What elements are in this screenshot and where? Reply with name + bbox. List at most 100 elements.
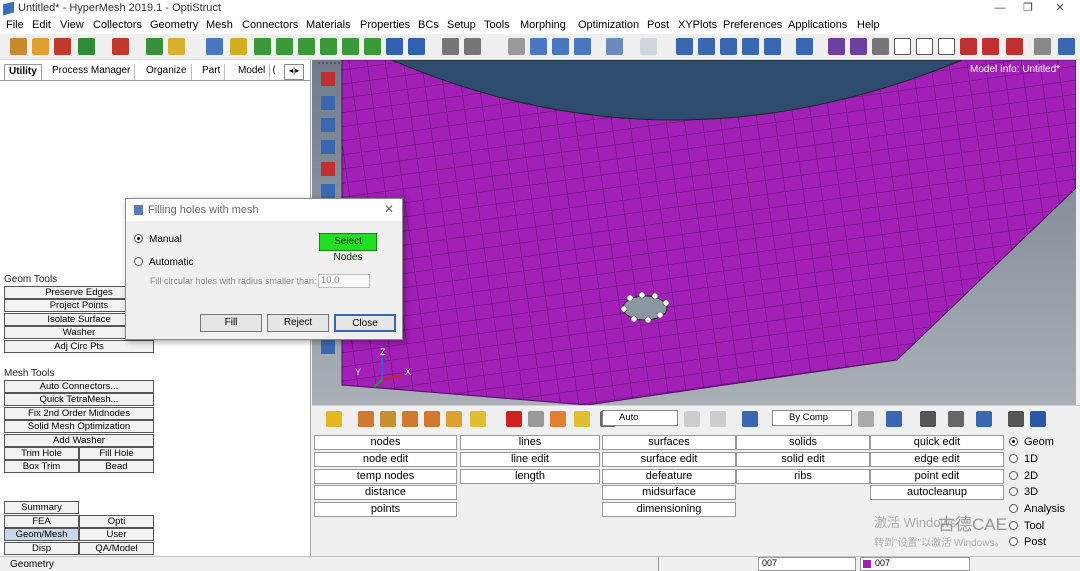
display-mode-icon[interactable] — [676, 38, 693, 55]
add-washer-button[interactable]: Add Washer — [4, 434, 154, 447]
page-mode-tool[interactable]: Tool — [1009, 520, 1044, 532]
monitor-icon[interactable] — [1030, 411, 1046, 427]
menu-morphing[interactable]: Morphing — [520, 19, 566, 31]
line-element-icon-2[interactable] — [850, 38, 867, 55]
side-tool-icon-7[interactable] — [321, 340, 335, 354]
lines-panel-button[interactable]: lines — [460, 435, 600, 450]
page-mode-3d[interactable]: 3D — [1009, 486, 1038, 498]
star-icon[interactable] — [326, 411, 342, 427]
menu-geometry[interactable]: Geometry — [150, 19, 198, 31]
menu-applications[interactable]: Applications — [788, 19, 847, 31]
qa-model-button[interactable]: QA/Model — [79, 542, 154, 555]
sum-icon[interactable] — [1034, 38, 1051, 55]
export-icon[interactable] — [78, 38, 95, 55]
line-style-icon[interactable] — [920, 411, 936, 427]
menu-help[interactable]: Help — [857, 19, 880, 31]
redo-icon[interactable] — [640, 38, 657, 55]
surface-edit-panel-button[interactable]: surface edit — [602, 452, 736, 467]
zoom-out-icon[interactable] — [464, 38, 481, 55]
import-icon[interactable] — [32, 38, 49, 55]
axis-view-icon[interactable] — [254, 38, 271, 55]
groups-icon[interactable] — [424, 411, 440, 427]
graphics-viewport[interactable]: Model Info: Untitled* Z X Y — [312, 60, 1076, 405]
find-icon[interactable] — [550, 411, 566, 427]
ribs-panel-button[interactable]: ribs — [736, 469, 870, 484]
autocleanup-panel-button[interactable]: autocleanup — [870, 485, 1004, 500]
menu-setup[interactable]: Setup — [447, 19, 476, 31]
hole-node[interactable] — [638, 291, 646, 299]
tab-utility[interactable]: Utility — [4, 64, 42, 80]
grid-icon[interactable] — [1058, 38, 1075, 55]
tab-process-manager[interactable]: Process Manager — [48, 64, 136, 80]
menu-connectors[interactable]: Connectors — [242, 19, 298, 31]
hole-node[interactable] — [644, 316, 652, 324]
delete-icon[interactable] — [506, 411, 522, 427]
grid-view-icon[interactable] — [1008, 411, 1024, 427]
save-icon[interactable] — [54, 38, 71, 55]
radio-tool[interactable] — [1009, 521, 1018, 530]
tab-part[interactable]: Part — [198, 64, 226, 80]
axis-view-icon-5[interactable] — [342, 38, 359, 55]
side-tool-icon-4[interactable] — [321, 140, 335, 154]
trim-hole-button[interactable]: Trim Hole — [4, 447, 79, 460]
manual-radio[interactable] — [134, 234, 143, 243]
fix-2nd-order-midnodes-button[interactable]: Fix 2nd Order Midnodes — [4, 407, 154, 420]
menu-post[interactable]: Post — [647, 19, 669, 31]
hole-node[interactable] — [662, 299, 670, 307]
length-panel-button[interactable]: length — [460, 469, 600, 484]
opti-button[interactable]: Opti — [79, 515, 154, 528]
quick-edit-panel-button[interactable]: quick edit — [870, 435, 1004, 450]
side-tool-icon-6[interactable] — [321, 184, 335, 198]
automatic-option[interactable]: Automatic — [134, 257, 193, 268]
status-current-comp[interactable]: 007 — [860, 557, 970, 571]
solid-edit-panel-button[interactable]: solid edit — [736, 452, 870, 467]
solid-mesh-optimization-button[interactable]: Solid Mesh Optimization — [4, 420, 154, 433]
axis-view-icon-3[interactable] — [298, 38, 315, 55]
menu-bcs[interactable]: BCs — [418, 19, 439, 31]
menu-edit[interactable]: Edit — [32, 19, 51, 31]
radio-analysis[interactable] — [1009, 504, 1018, 513]
cube-shaded-icon-3[interactable] — [1006, 38, 1023, 55]
menu-xyplots[interactable]: XYPlots — [678, 19, 717, 31]
cube-wire-icon-3[interactable] — [938, 38, 955, 55]
automatic-radio[interactable] — [134, 257, 143, 266]
tags-icon[interactable] — [446, 411, 462, 427]
quick-tetramesh-button[interactable]: Quick TetraMesh... — [4, 393, 154, 406]
user-button[interactable]: User — [79, 528, 154, 541]
move-horizontal-icon[interactable] — [530, 38, 547, 55]
close-window-button[interactable]: ✕ — [1050, 1, 1070, 15]
tab-organize[interactable]: Organize — [142, 64, 192, 80]
menu-file[interactable]: File — [6, 19, 24, 31]
disp-button[interactable]: Disp — [4, 542, 79, 555]
cylinder-icon[interactable] — [872, 38, 889, 55]
diamond-icon[interactable] — [948, 411, 964, 427]
cube-wire-icon[interactable] — [894, 38, 911, 55]
page-mode-post[interactable]: Post — [1009, 536, 1046, 548]
tab-scroll-arrows[interactable]: ◂|▸ — [284, 64, 305, 80]
status-component[interactable]: 007 — [758, 557, 856, 571]
menu-collectors[interactable]: Collectors — [93, 19, 142, 31]
hole-node[interactable] — [620, 305, 628, 313]
box-trim-button[interactable]: Box Trim — [4, 460, 79, 473]
summary-button[interactable]: Summary — [4, 501, 79, 514]
menu-materials[interactable]: Materials — [306, 19, 351, 31]
radio-3d[interactable] — [1009, 487, 1018, 496]
side-tool-icon-2[interactable] — [321, 96, 335, 110]
undo-history-icon[interactable] — [112, 38, 129, 55]
radio-1d[interactable] — [1009, 454, 1018, 463]
auto-connectors-button[interactable]: Auto Connectors... — [4, 380, 154, 393]
tab-model[interactable]: Model — [234, 64, 271, 80]
systems-icon[interactable] — [402, 411, 418, 427]
bead-button[interactable]: Bead — [79, 460, 154, 473]
pan-hand-icon[interactable] — [508, 38, 525, 55]
menu-view[interactable]: View — [60, 19, 84, 31]
line-edit-panel-button[interactable]: line edit — [460, 452, 600, 467]
spin-icon[interactable] — [574, 38, 591, 55]
axis-view-icon-6[interactable] — [364, 38, 381, 55]
arrow-left-icon[interactable] — [230, 38, 247, 55]
assemblies-icon[interactable] — [380, 411, 396, 427]
move-vertical-icon[interactable] — [552, 38, 569, 55]
view-cube-icon[interactable] — [408, 38, 425, 55]
page-mode-analysis[interactable]: Analysis — [1009, 503, 1065, 515]
page-mode-2d[interactable]: 2D — [1009, 470, 1038, 482]
